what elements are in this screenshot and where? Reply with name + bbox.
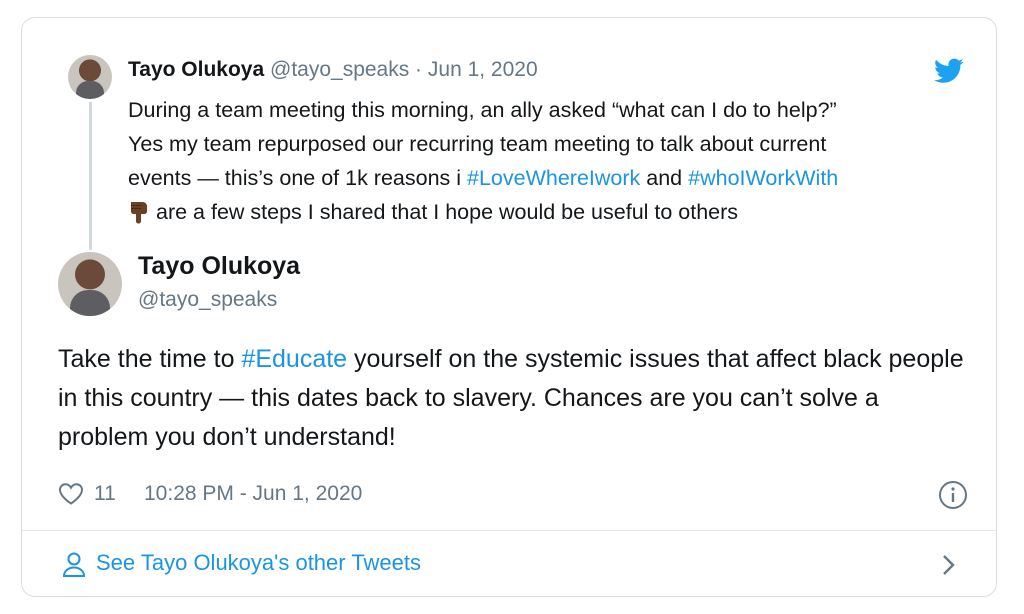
chevron-right-icon[interactable] xyxy=(940,552,958,578)
tweet-text-start: Take the time to xyxy=(58,345,242,373)
parent-avatar[interactable] xyxy=(68,55,112,99)
parent-line-3-text: events — this’s one of 1k reasons i xyxy=(128,166,468,190)
hashtag-whoiworkwith[interactable]: #whoIWorkWith xyxy=(688,166,838,190)
parent-author-name[interactable]: Tayo Olukoya xyxy=(128,58,264,81)
author-name[interactable]: Tayo Olukoya xyxy=(138,252,300,281)
parent-handle-date[interactable]: @tayo_speaks · Jun 1, 2020 xyxy=(270,58,538,81)
info-icon[interactable] xyxy=(938,480,968,510)
parent-line-4: are a few steps I shared that I hope wou… xyxy=(128,195,968,229)
heart-icon[interactable] xyxy=(58,482,84,506)
embedded-tweet-card: Tayo Olukoya @tayo_speaks · Jun 1, 2020 … xyxy=(21,17,997,597)
parent-tweet-text: During a team meeting this morning, an a… xyxy=(128,93,968,229)
like-count[interactable]: 11 xyxy=(94,482,116,506)
tweet-timestamp[interactable]: 10:28 PM - Jun 1, 2020 xyxy=(144,482,362,506)
parent-line-3: events — this’s one of 1k reasons i #Lov… xyxy=(128,161,968,195)
parent-header: Tayo Olukoya @tayo_speaks · Jun 1, 2020 xyxy=(128,58,538,82)
person-icon xyxy=(62,552,86,577)
tweet-text: Take the time to #Educate yourself on th… xyxy=(58,340,968,457)
parent-meta: @tayo_speaks · Jun 1, 2020 xyxy=(270,58,538,81)
parent-line-1: During a team meeting this morning, an a… xyxy=(128,98,837,122)
twitter-bird-icon[interactable] xyxy=(934,58,964,84)
author-avatar[interactable] xyxy=(58,252,122,316)
see-other-tweets-link[interactable]: See Tayo Olukoya's other Tweets xyxy=(96,550,421,576)
hashtag-lovewhereiwork[interactable]: #LoveWhereIwork xyxy=(467,166,640,190)
pointing-down-icon xyxy=(131,202,147,224)
thread-connector xyxy=(89,102,92,250)
footer-divider xyxy=(22,530,996,531)
hashtag-educate[interactable]: #Educate xyxy=(241,345,347,373)
parent-line-4-text: are a few steps I shared that I hope wou… xyxy=(156,200,739,224)
parent-tweet[interactable]: Tayo Olukoya @tayo_speaks · Jun 1, 2020 … xyxy=(22,18,996,250)
parent-line-2: Yes my team repurposed our recurring tea… xyxy=(128,132,827,156)
author-handle[interactable]: @tayo_speaks xyxy=(138,288,277,312)
tweet-actions: 11 10:28 PM - Jun 1, 2020 xyxy=(58,480,968,510)
parent-line-3-and: and xyxy=(640,166,689,190)
